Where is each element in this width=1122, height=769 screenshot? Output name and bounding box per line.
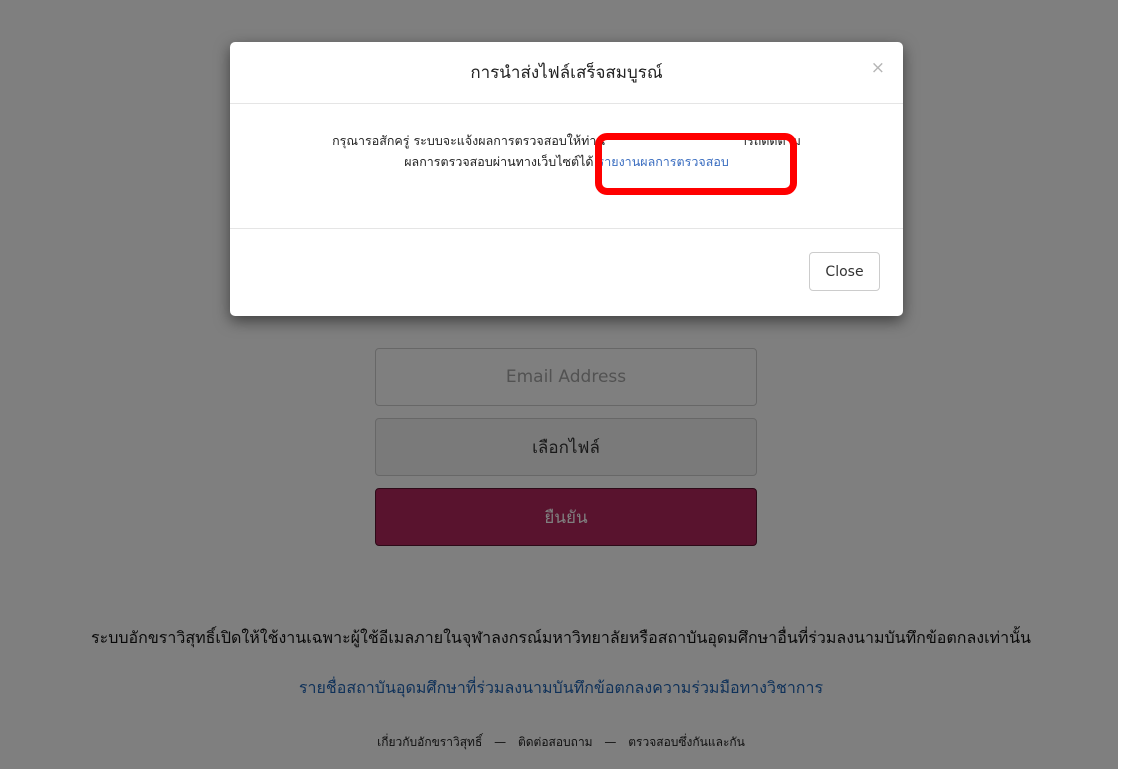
close-button[interactable]: Close xyxy=(809,252,880,291)
modal-header: การนำส่งไฟล์เสร็จสมบูรณ์ × xyxy=(230,42,903,104)
modal-message-line-1: กรุณารอสักครู่ ระบบจะแจ้งผลการตรวจสอบให้… xyxy=(250,130,883,151)
modal-body: กรุณารอสักครู่ ระบบจะแจ้งผลการตรวจสอบให้… xyxy=(230,104,903,229)
report-link[interactable]: รายงานผลการตรวจสอบ xyxy=(598,154,729,169)
modal-message-text: กรุณารอสักครู่ ระบบจะแจ้งผลการตรวจสอบให้… xyxy=(332,133,605,148)
modal-message-line-2: ผลการตรวจสอบผ่านทางเว็บไซต์ได้ รายงานผลก… xyxy=(250,151,883,172)
modal-footer: Close xyxy=(230,229,903,315)
page-edge xyxy=(1118,0,1122,769)
modal-title: การนำส่งไฟล์เสร็จสมบูรณ์ xyxy=(470,63,663,83)
upload-complete-dialog: การนำส่งไฟล์เสร็จสมบูรณ์ × กรุณารอสักครู… xyxy=(230,42,903,316)
modal-message-tail: ารถติดตาม xyxy=(739,133,801,148)
close-icon[interactable]: × xyxy=(871,60,885,77)
modal-message-text-2: ผลการตรวจสอบผ่านทางเว็บไซต์ได้ xyxy=(404,154,594,169)
